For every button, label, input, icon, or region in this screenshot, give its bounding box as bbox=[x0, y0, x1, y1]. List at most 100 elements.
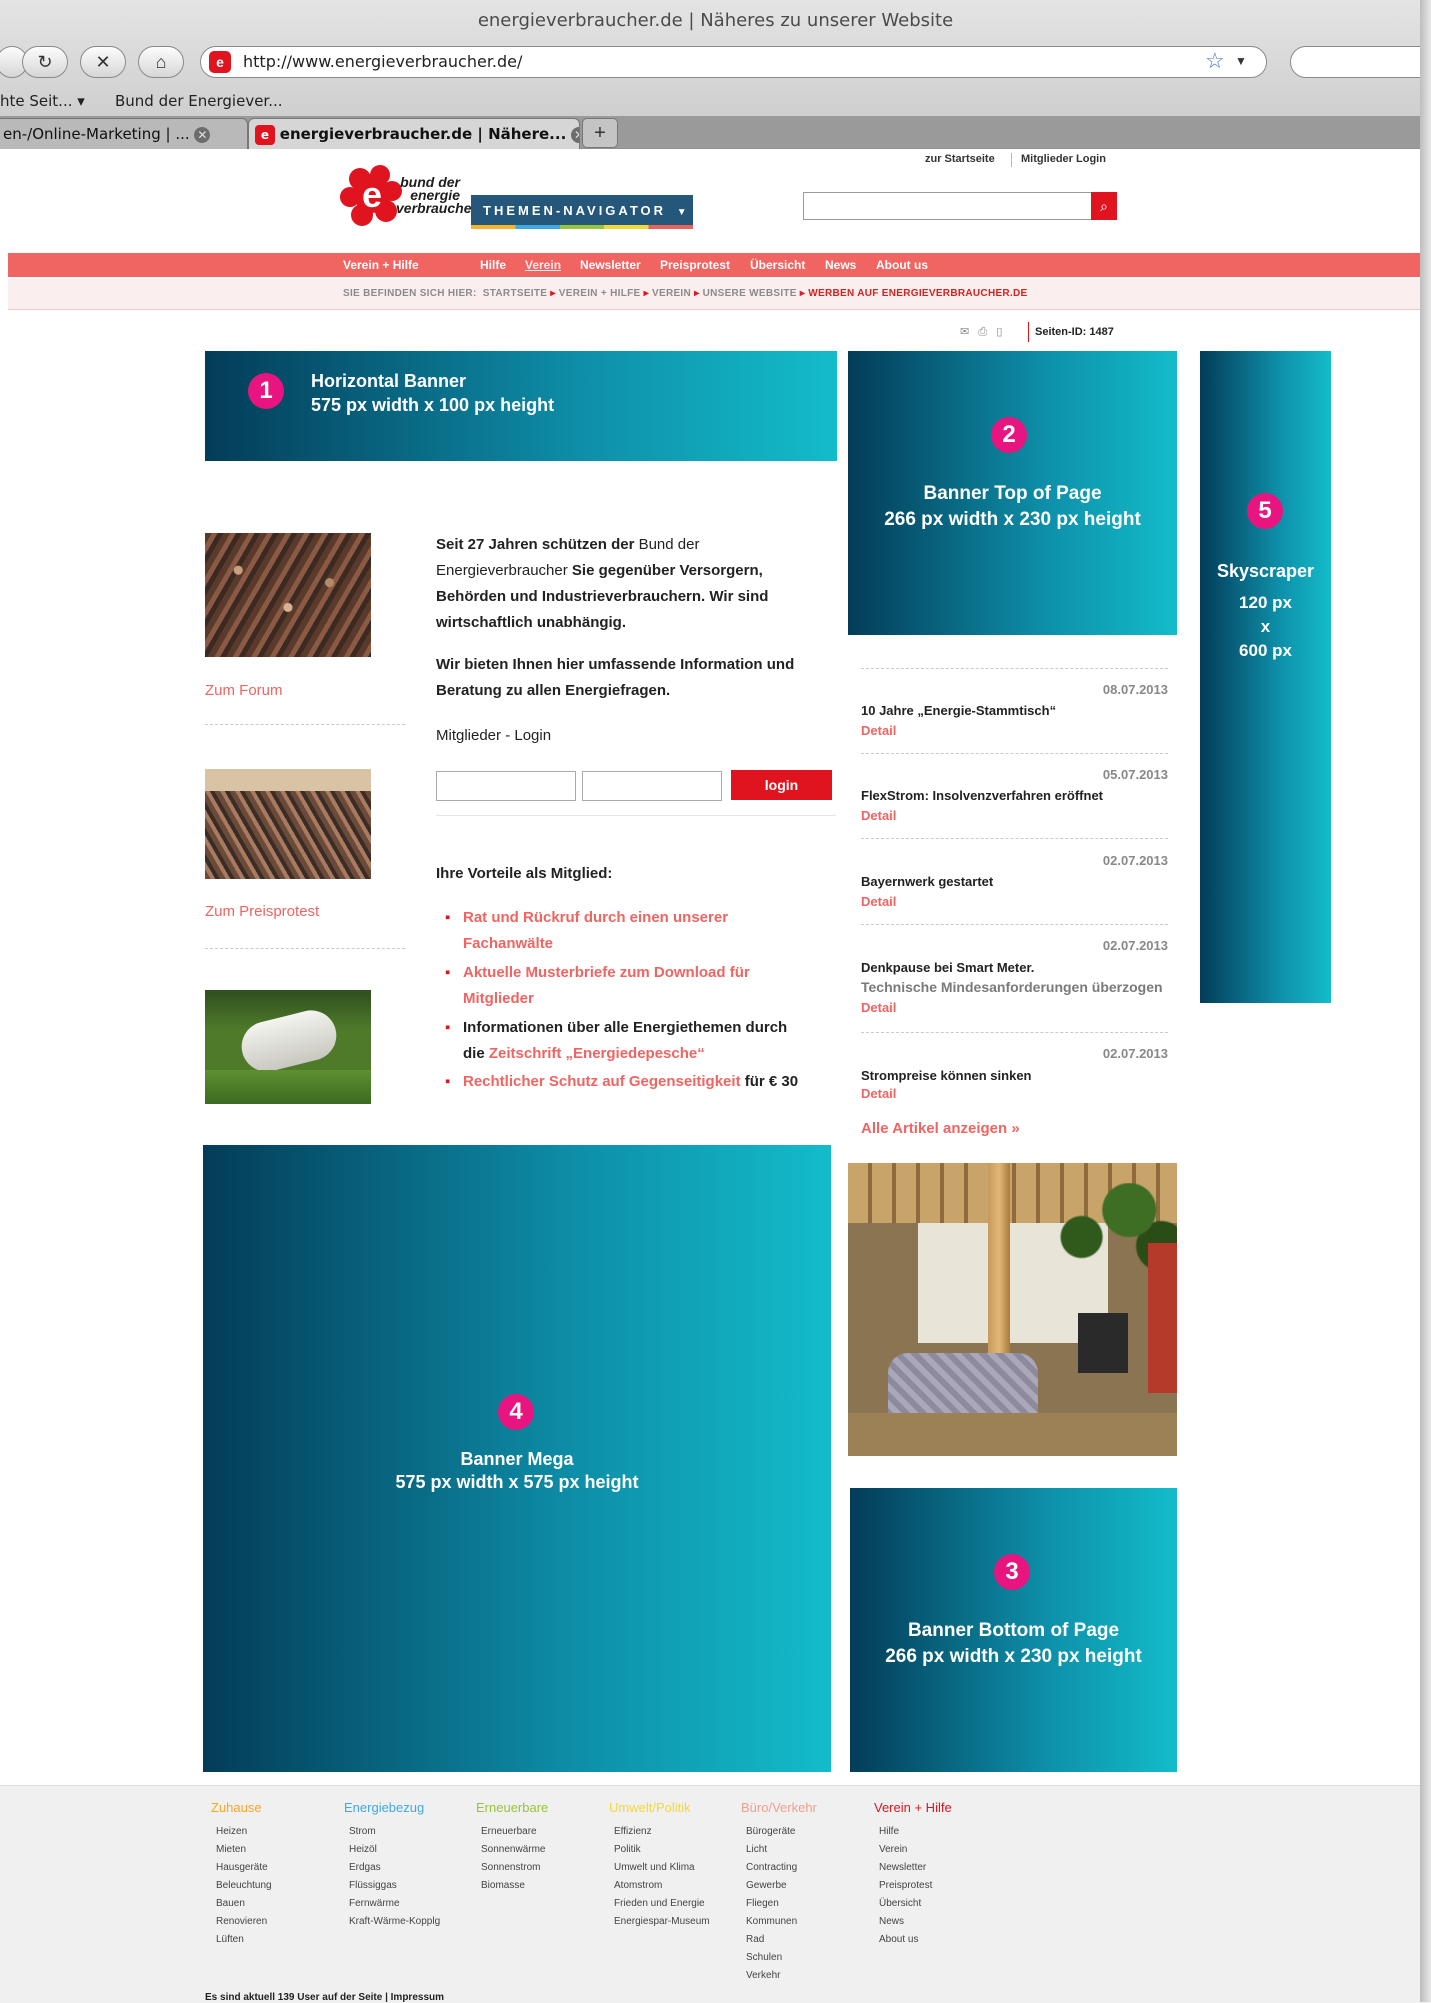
footer-link[interactable]: Sonnenwärme bbox=[476, 1841, 601, 1859]
chevron-down-icon[interactable]: ▼ bbox=[1235, 46, 1247, 76]
footer-link[interactable]: Frieden und Energie bbox=[609, 1895, 734, 1913]
footer-link[interactable]: Bauen bbox=[211, 1895, 336, 1913]
reload-button[interactable]: ↻ bbox=[22, 46, 68, 78]
footer-link[interactable]: Energiespar-Museum bbox=[609, 1913, 734, 1931]
footer-link[interactable]: Atomstrom bbox=[609, 1877, 734, 1895]
banner-mega[interactable]: 4 Banner Mega 575 px width x 575 px heig… bbox=[203, 1145, 831, 1772]
nav-item-news[interactable]: News bbox=[825, 253, 856, 277]
nav-item-hilfe[interactable]: Hilfe bbox=[480, 253, 506, 277]
news-title[interactable]: Bayernwerk gestartet bbox=[861, 872, 1168, 892]
footer-link[interactable]: Renovieren bbox=[211, 1913, 336, 1931]
news-title[interactable]: Strompreise können sinken bbox=[861, 1066, 1168, 1086]
footer-link[interactable]: Rad bbox=[741, 1931, 866, 1949]
footer-link[interactable]: Politik bbox=[609, 1841, 734, 1859]
preisprotest-link[interactable]: Zum Preisprotest bbox=[205, 903, 319, 920]
footer-heading[interactable]: Zuhause bbox=[211, 1800, 336, 1815]
news-detail-link[interactable]: Detail bbox=[861, 808, 896, 823]
breadcrumb-item[interactable]: VEREIN + HILFE bbox=[559, 288, 641, 299]
forum-link[interactable]: Zum Forum bbox=[205, 682, 283, 699]
footer-link[interactable]: Contracting bbox=[741, 1859, 866, 1877]
username-field[interactable] bbox=[436, 771, 576, 801]
footer-link[interactable]: Schulen bbox=[741, 1949, 866, 1967]
nav-item-verein[interactable]: Verein bbox=[525, 253, 561, 277]
login-button[interactable]: login bbox=[731, 770, 832, 800]
bookmark-item[interactable]: hte Seit... ▾ bbox=[0, 88, 85, 114]
password-field[interactable] bbox=[582, 771, 722, 801]
breadcrumb-item[interactable]: STARTSEITE bbox=[483, 288, 547, 299]
news-title[interactable]: Denkpause bei Smart Meter. bbox=[861, 958, 1168, 978]
footer-link[interactable]: Erneuerbare bbox=[476, 1823, 601, 1841]
breadcrumb-item[interactable]: VEREIN bbox=[652, 288, 691, 299]
breadcrumb-item[interactable]: UNSERE WEBSITE bbox=[703, 288, 797, 299]
footer-link[interactable]: Erdgas bbox=[344, 1859, 469, 1877]
footer-link[interactable]: Hausgeräte bbox=[211, 1859, 336, 1877]
nav-item-verein-hilfe[interactable]: Verein + Hilfe bbox=[343, 253, 419, 277]
footer-heading[interactable]: Umwelt/Politik bbox=[609, 1800, 734, 1815]
print-icon[interactable]: ⎙ bbox=[978, 326, 987, 338]
footer-link[interactable]: Umwelt und Klima bbox=[609, 1859, 734, 1877]
member-login-link[interactable]: Mitglieder Login bbox=[1021, 153, 1106, 165]
footer-link[interactable]: Hilfe bbox=[874, 1823, 999, 1841]
footer-link[interactable]: Mieten bbox=[211, 1841, 336, 1859]
footer-link[interactable]: Lüften bbox=[211, 1931, 336, 1949]
footer-link[interactable]: Kraft-Wärme-Kopplg bbox=[344, 1913, 469, 1931]
footer-link[interactable]: Bürogeräte bbox=[741, 1823, 866, 1841]
browser-search-field[interactable] bbox=[1290, 46, 1431, 78]
address-bar[interactable]: e http://www.energieverbraucher.de/ bbox=[200, 46, 1267, 78]
all-articles-link[interactable]: Alle Artikel anzeigen » bbox=[861, 1120, 1020, 1137]
benefit-link[interactable]: Aktuelle Musterbriefe zum Download für M… bbox=[463, 964, 750, 1007]
banner-bottom-of-page[interactable]: 3 Banner Bottom of Page 266 px width x 2… bbox=[850, 1488, 1177, 1772]
pdf-icon[interactable]: ▯ bbox=[996, 326, 1002, 338]
benefit-link[interactable]: Rat und Rückruf durch einen unserer Fach… bbox=[463, 909, 728, 952]
footer-link[interactable]: Heizöl bbox=[344, 1841, 469, 1859]
tab-active[interactable]: e energieverbraucher.de | Nähere... ✕ bbox=[248, 118, 580, 149]
footer-link[interactable]: Beleuchtung bbox=[211, 1877, 336, 1895]
footer-heading[interactable]: Büro/Verkehr bbox=[741, 1800, 866, 1815]
search-button[interactable]: ⌕ bbox=[1091, 192, 1117, 220]
footer-heading[interactable]: Energiebezug bbox=[344, 1800, 469, 1815]
footer-link[interactable]: Verkehr bbox=[741, 1967, 866, 1985]
news-detail-link[interactable]: Detail bbox=[861, 723, 896, 738]
news-detail-link[interactable]: Detail bbox=[861, 1000, 896, 1015]
preisprotest-hall-image[interactable] bbox=[205, 769, 371, 879]
footer-link[interactable]: Licht bbox=[741, 1841, 866, 1859]
footer-link[interactable]: News bbox=[874, 1913, 999, 1931]
horizontal-banner[interactable]: 1 Horizontal Banner 575 px width x 100 p… bbox=[205, 351, 837, 461]
footer-link[interactable]: Newsletter bbox=[874, 1859, 999, 1877]
new-tab-button[interactable]: + bbox=[582, 118, 618, 148]
home-button[interactable]: ⌂ bbox=[138, 46, 184, 78]
footer-link[interactable]: Verein bbox=[874, 1841, 999, 1859]
footer-link[interactable]: Sonnenstrom bbox=[476, 1859, 601, 1877]
startseite-link[interactable]: zur Startseite bbox=[925, 153, 995, 165]
skyscraper-banner[interactable]: 5 Skyscraper 120 px x 600 px bbox=[1200, 351, 1331, 1003]
footer-heading[interactable]: Verein + Hilfe bbox=[874, 1800, 999, 1815]
news-detail-link[interactable]: Detail bbox=[861, 1086, 896, 1101]
nav-item-about-us[interactable]: About us bbox=[876, 253, 928, 277]
news-title[interactable]: FlexStrom: Insolvenzverfahren eröffnet bbox=[861, 786, 1168, 806]
mail-icon[interactable]: ✉ bbox=[960, 326, 969, 338]
logo-icon[interactable]: e bbox=[340, 165, 404, 229]
tab[interactable]: en-/Online-Marketing | ... ✕ bbox=[0, 118, 248, 149]
nav-item-newsletter[interactable]: Newsletter bbox=[580, 253, 641, 277]
footer-link[interactable]: About us bbox=[874, 1931, 999, 1949]
bookmark-item[interactable]: Bund der Energiever... bbox=[115, 88, 283, 114]
site-search-input[interactable] bbox=[803, 192, 1093, 220]
forum-crowd-image[interactable] bbox=[205, 533, 371, 657]
footer-link[interactable]: Fliegen bbox=[741, 1895, 866, 1913]
living-room-image[interactable] bbox=[848, 1163, 1177, 1456]
close-tab-icon[interactable]: ✕ bbox=[571, 126, 579, 143]
footer-link[interactable]: Heizen bbox=[211, 1823, 336, 1841]
themen-navigator-button[interactable]: THEMEN-NAVIGATOR ▼ bbox=[471, 195, 693, 229]
footer-link[interactable]: Effizienz bbox=[609, 1823, 734, 1841]
footer-link[interactable]: Biomasse bbox=[476, 1877, 601, 1895]
footer-link[interactable]: Gewerbe bbox=[741, 1877, 866, 1895]
footer-link[interactable]: Übersicht bbox=[874, 1895, 999, 1913]
nav-item-preisprotest[interactable]: Preisprotest bbox=[660, 253, 730, 277]
stop-button[interactable]: ✕ bbox=[80, 46, 126, 78]
close-tab-icon[interactable]: ✕ bbox=[194, 126, 211, 143]
news-title[interactable]: 10 Jahre „Energie-Stammtisch“ bbox=[861, 701, 1168, 721]
footer-link[interactable]: Preisprotest bbox=[874, 1877, 999, 1895]
energiedepesche-link[interactable]: Zeitschrift „Energiedepesche“ bbox=[489, 1045, 705, 1062]
footer-link[interactable]: Flüssiggas bbox=[344, 1877, 469, 1895]
news-detail-link[interactable]: Detail bbox=[861, 894, 896, 909]
